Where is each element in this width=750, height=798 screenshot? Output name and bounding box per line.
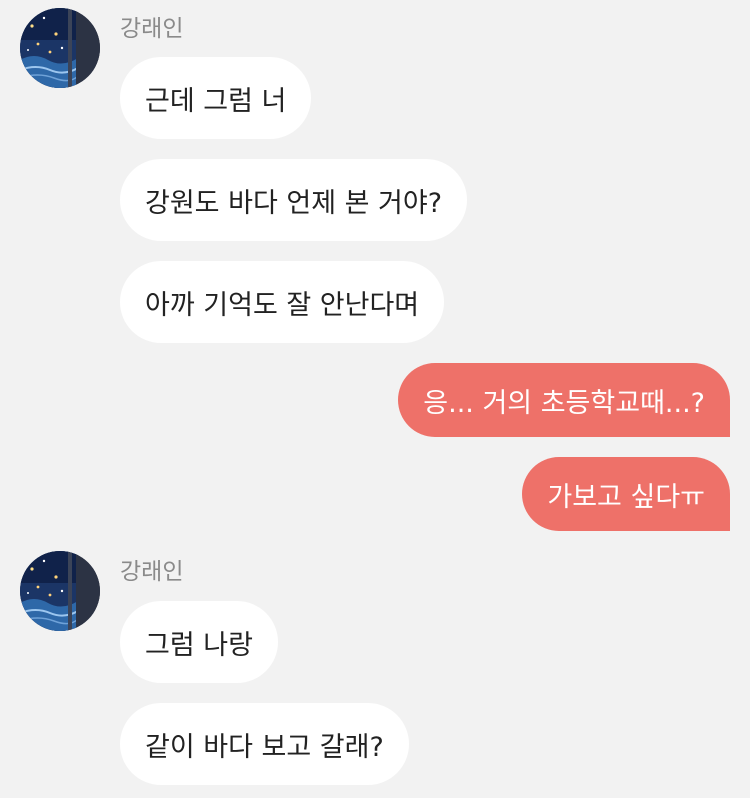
profile-photo-night-sea-icon <box>20 551 100 631</box>
profile-photo-night-sea-icon <box>20 8 100 88</box>
sender-avatar[interactable] <box>20 551 100 631</box>
message-bubble[interactable]: 같이 바다 보고 갈래? <box>120 703 409 785</box>
my-message-bubble[interactable]: 가보고 싶다ㅠ <box>522 457 730 531</box>
message-bubble[interactable]: 강원도 바다 언제 본 거야? <box>120 159 468 241</box>
sender-name: 강래인 <box>120 559 184 585</box>
message-bubble[interactable]: 근데 그럼 너 <box>120 57 312 139</box>
message-bubble[interactable]: 아까 기억도 잘 안난다며 <box>120 261 445 343</box>
message-bubble[interactable]: 그럼 나랑 <box>120 601 278 683</box>
sender-name: 강래인 <box>120 16 184 42</box>
sender-avatar[interactable] <box>20 8 100 88</box>
my-message-bubble[interactable]: 응... 거의 초등학교때...? <box>398 363 730 437</box>
